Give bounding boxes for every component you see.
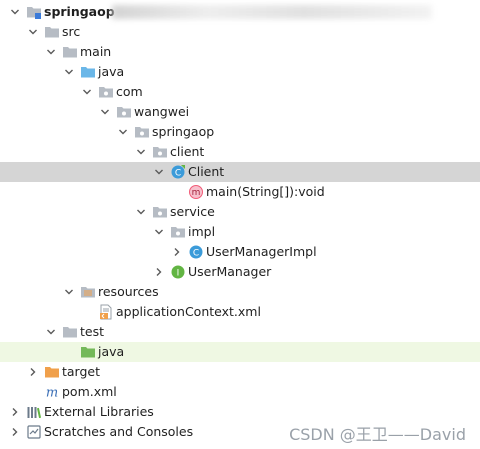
class-icon: C [170,164,186,180]
chevron-down-icon[interactable] [134,202,148,222]
csdn-watermark: CSDN @王卫——David [289,425,466,444]
tree-row-user-manager-impl[interactable]: C UserManagerImpl [0,242,480,262]
package-icon [152,144,168,160]
chevron-down-icon[interactable] [152,222,166,242]
target-label: target [62,364,101,379]
tree-row-service-pkg[interactable]: service [0,202,480,222]
tree-row-main-method[interactable]: m main(String[]):void [0,182,480,202]
client-class-label: Client [188,164,225,179]
test-label: test [80,324,105,339]
chevron-down-icon[interactable] [152,162,166,182]
application-context-label: applicationContext.xml [116,304,261,319]
pom-badge-letter: m [46,386,58,401]
tree-row-pom[interactable]: m pom.xml [0,382,480,402]
tree-row-java-main[interactable]: java [0,62,480,82]
method-icon: m [188,184,204,200]
wangwei-label: wangwei [134,104,190,119]
project-name: springaop [44,4,115,19]
src-label: src [62,24,81,39]
chevron-down-icon[interactable] [116,122,130,142]
module-folder-icon [26,4,42,20]
xml-file-icon [98,304,114,320]
folder-icon [62,44,78,60]
tree-row-test[interactable]: test [0,322,480,342]
tree-row-resources[interactable]: resources [0,282,480,302]
class-badge-letter: C [175,169,181,179]
excluded-folder-icon [44,364,60,380]
project-path-blurred [112,5,432,19]
tree-row-java-test[interactable]: java [0,342,480,362]
package-icon [116,104,132,120]
com-label: com [116,84,143,99]
chevron-right-icon[interactable] [8,402,22,422]
external-libraries-label: External Libraries [44,404,154,419]
chevron-down-icon[interactable] [98,102,112,122]
tree-row-impl-pkg[interactable]: impl [0,222,480,242]
chevron-down-icon[interactable] [62,282,76,302]
tree-row-wangwei[interactable]: wangwei [0,102,480,122]
main-label: main [80,44,112,59]
resources-label: resources [98,284,159,299]
test-source-folder-icon [80,344,96,360]
chevron-right-icon[interactable] [152,262,166,282]
service-pkg-label: service [170,204,215,219]
tree-row-src[interactable]: src [0,22,480,42]
tree-row-application-context[interactable]: applicationContext.xml [0,302,480,322]
chevron-down-icon[interactable] [8,2,22,22]
tree-row-springaop-pkg[interactable]: springaop [0,122,480,142]
chevron-right-icon[interactable] [170,242,184,262]
package-icon [98,84,114,100]
chevron-down-icon[interactable] [62,62,76,82]
tree-row-main[interactable]: main [0,42,480,62]
java-main-label: java [98,64,125,79]
chevron-down-icon[interactable] [80,82,94,102]
chevron-down-icon[interactable] [44,322,58,342]
library-icon [26,404,42,420]
tree-row-external-libraries[interactable]: External Libraries [0,402,480,422]
chevron-right-icon[interactable] [26,362,40,382]
chevron-down-icon[interactable] [26,22,40,42]
chevron-down-icon[interactable] [134,142,148,162]
impl-pkg-label: impl [188,224,216,239]
springaop-pkg-label: springaop [152,124,215,139]
client-pkg-label: client [170,144,205,159]
java-test-label: java [98,344,125,359]
interface-badge-letter: I [177,269,180,279]
resources-folder-icon [80,284,96,300]
chevron-right-icon[interactable] [8,422,22,442]
folder-icon [62,324,78,340]
package-icon [170,224,186,240]
user-manager-impl-label: UserManagerImpl [206,244,317,259]
method-badge-letter: m [192,188,201,198]
package-icon [152,204,168,220]
tree-row-project[interactable]: springaop [0,2,480,22]
folder-icon [44,24,60,40]
maven-file-icon: m [44,384,60,401]
class-badge-letter: C [193,249,199,259]
tree-row-com[interactable]: com [0,82,480,102]
interface-icon: I [170,264,186,280]
scratches-icon [26,424,42,440]
user-manager-label: UserManager [188,264,272,279]
scratches-label: Scratches and Consoles [44,424,194,439]
tree-row-user-manager[interactable]: I UserManager [0,262,480,282]
pom-label: pom.xml [62,384,117,399]
source-folder-icon [80,64,96,80]
package-icon [134,124,150,140]
tree-row-target[interactable]: target [0,362,480,382]
tree-row-client-pkg[interactable]: client [0,142,480,162]
tree-row-client-class[interactable]: C Client [0,162,480,182]
class-icon: C [188,244,204,260]
main-method-label: main(String[]):void [206,184,325,199]
chevron-down-icon[interactable] [44,42,58,62]
